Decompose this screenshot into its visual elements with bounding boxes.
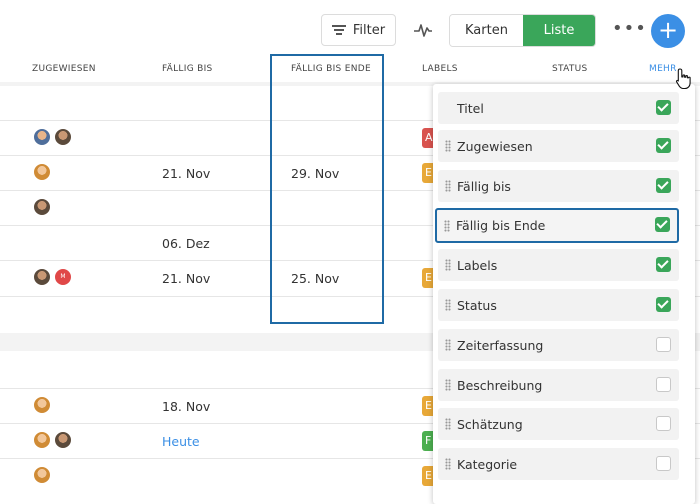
column-option-status[interactable]: Status <box>438 289 679 321</box>
checkbox-checked[interactable] <box>656 257 671 272</box>
option-label: Zugewiesen <box>457 138 533 154</box>
column-option-faellig-bis-ende[interactable]: Fällig bis Ende <box>435 208 679 243</box>
option-label: Schätzung <box>457 416 523 432</box>
column-option-schaetzung[interactable]: Schätzung <box>438 408 679 440</box>
column-header-mehr[interactable]: MEHR <box>649 64 677 74</box>
option-label: Labels <box>457 257 498 273</box>
checkbox-unchecked[interactable] <box>656 456 671 471</box>
column-highlight-faellig-bis-ende <box>270 54 384 324</box>
due-date[interactable]: 21. Nov <box>162 166 210 181</box>
column-option-labels[interactable]: Labels <box>438 249 679 281</box>
drag-handle-icon[interactable] <box>445 259 451 271</box>
drag-handle-icon[interactable] <box>445 458 451 470</box>
due-date[interactable]: 18. Nov <box>162 399 210 414</box>
column-option-zugewiesen[interactable]: Zugewiesen <box>438 130 679 162</box>
drag-handle-icon[interactable] <box>445 418 451 430</box>
avatar-initial[interactable]: M <box>54 268 72 286</box>
drag-handle-icon[interactable] <box>445 379 451 391</box>
checkbox-checked[interactable] <box>655 217 670 232</box>
due-date[interactable]: 06. Dez <box>162 236 210 251</box>
drag-handle-icon[interactable] <box>445 140 451 152</box>
column-option-kategorie[interactable]: Kategorie <box>438 448 679 480</box>
view-switcher: Karten Liste <box>449 14 596 47</box>
option-label: Beschreibung <box>457 377 543 393</box>
assignee-avatars <box>33 396 51 414</box>
column-option-titel[interactable]: Titel <box>438 92 679 124</box>
assignee-avatars: M <box>33 268 72 286</box>
view-liste-button[interactable]: Liste <box>523 15 595 46</box>
avatar[interactable] <box>33 466 51 484</box>
checkbox-checked[interactable] <box>656 138 671 153</box>
column-header-zugewiesen[interactable]: ZUGEWIESEN <box>32 64 96 74</box>
column-header-faellig-bis[interactable]: FÄLLIG BIS <box>162 64 213 74</box>
checkbox-unchecked[interactable] <box>656 377 671 392</box>
column-header-status[interactable]: STATUS <box>552 64 588 74</box>
checkbox-checked[interactable] <box>656 297 671 312</box>
drag-handle-icon[interactable] <box>444 219 450 232</box>
avatar[interactable] <box>33 431 51 449</box>
checkbox-unchecked[interactable] <box>656 416 671 431</box>
filter-button[interactable]: Filter <box>321 14 396 46</box>
drag-handle-icon[interactable] <box>445 339 451 351</box>
avatar[interactable] <box>54 128 72 146</box>
add-button[interactable]: + <box>651 14 685 48</box>
column-settings-menu: Titel Zugewiesen Fällig bis Fällig bis E… <box>433 84 695 504</box>
drag-handle-icon[interactable] <box>445 180 451 192</box>
checkbox-checked[interactable] <box>656 178 671 193</box>
hand-cursor-icon <box>675 68 691 90</box>
option-label: Status <box>457 297 497 313</box>
assignee-avatars <box>33 198 51 216</box>
option-label: Fällig bis Ende <box>456 218 546 233</box>
column-option-zeiterfassung[interactable]: Zeiterfassung <box>438 329 679 361</box>
option-label: Kategorie <box>457 456 518 472</box>
avatar[interactable] <box>33 198 51 216</box>
checkbox-unchecked[interactable] <box>656 337 671 352</box>
column-option-beschreibung[interactable]: Beschreibung <box>438 369 679 401</box>
due-date-today[interactable]: Heute <box>162 434 200 449</box>
filter-label: Filter <box>352 22 386 38</box>
avatar[interactable] <box>33 268 51 286</box>
filter-icon <box>331 25 346 35</box>
option-label: Fällig bis <box>457 178 511 194</box>
assignee-avatars <box>33 466 51 484</box>
due-date[interactable]: 21. Nov <box>162 271 210 286</box>
assignee-avatars <box>33 163 51 181</box>
option-label: Zeiterfassung <box>457 337 544 353</box>
assignee-avatars <box>33 431 72 449</box>
avatar[interactable] <box>33 396 51 414</box>
assignee-avatars <box>33 128 72 146</box>
option-label: Titel <box>457 100 484 116</box>
avatar[interactable] <box>54 431 72 449</box>
view-karten-button[interactable]: Karten <box>450 15 523 46</box>
avatar[interactable] <box>33 163 51 181</box>
checkbox-checked[interactable] <box>656 100 671 115</box>
avatar[interactable] <box>33 128 51 146</box>
more-options-icon[interactable]: ••• <box>612 17 646 41</box>
drag-handle-icon[interactable] <box>445 299 451 311</box>
column-header-labels[interactable]: LABELS <box>422 64 458 74</box>
activity-icon[interactable] <box>412 20 434 40</box>
column-option-faellig-bis[interactable]: Fällig bis <box>438 170 679 202</box>
